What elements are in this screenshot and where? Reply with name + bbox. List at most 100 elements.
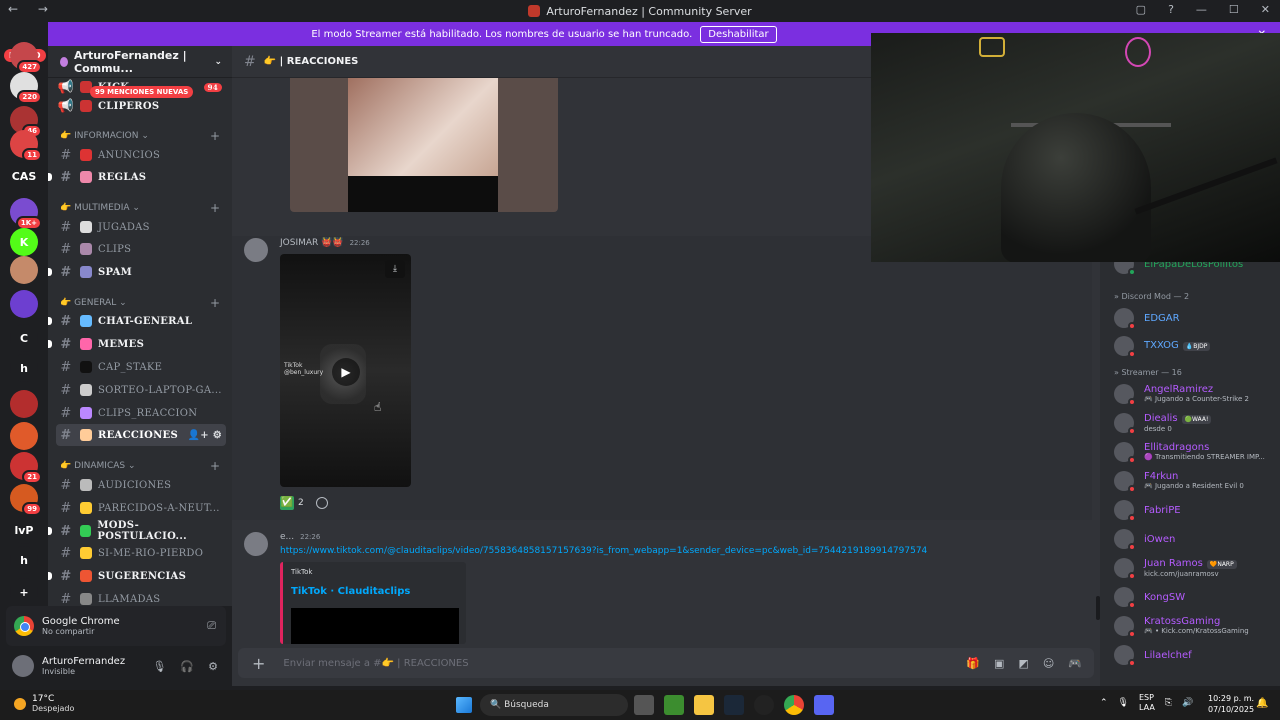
server-icon[interactable]: h — [10, 354, 38, 382]
channel-reacciones[interactable]: # REACCIONES 👤+ ⚙ — [56, 424, 226, 446]
member-item[interactable]: iOwen — [1114, 527, 1274, 551]
message-author[interactable]: JOSIMAR 👹👹 — [280, 238, 344, 248]
channel-audiciones[interactable]: # AUDICIONES — [56, 474, 226, 496]
taskbar-search[interactable]: 🔍 Búsqueda — [480, 694, 628, 716]
server-icon[interactable]: 220 — [10, 72, 42, 104]
channel-clips[interactable]: # CLIPS — [56, 238, 226, 260]
server-icon[interactable]: lvP — [10, 516, 38, 544]
language[interactable]: ESP — [1139, 693, 1155, 703]
server-icon[interactable]: CAS — [10, 162, 38, 190]
close-button[interactable]: ✕ — [1261, 3, 1270, 16]
add-reaction-icon[interactable] — [315, 497, 328, 509]
minecraft-icon[interactable] — [664, 695, 684, 715]
member-item[interactable]: KongSW — [1114, 585, 1274, 609]
channel-cap-stake[interactable]: # CAP_STAKE — [56, 356, 226, 378]
server-icon[interactable]: h — [10, 546, 38, 574]
add-channel-icon[interactable]: + — [210, 201, 220, 215]
member-item[interactable]: Juan Ramos 🧡NARP kick.com/juanramosv — [1114, 556, 1274, 580]
add-attachment-icon[interactable]: + — [252, 654, 265, 673]
embed-image[interactable] — [291, 608, 459, 644]
message-author[interactable]: e... — [280, 532, 294, 542]
channel-chat-general[interactable]: # CHAT-GENERAL — [48, 310, 226, 332]
server-icon[interactable]: 21 — [10, 452, 42, 484]
add-channel-icon[interactable]: + — [210, 296, 220, 310]
server-icon[interactable] — [10, 290, 38, 318]
back-forward-nav[interactable]: ← → — [8, 2, 56, 16]
video-thumbnail[interactable] — [290, 78, 558, 212]
maximize-button[interactable]: ☐ — [1229, 3, 1239, 16]
channel-memes[interactable]: # MEMES — [48, 333, 226, 355]
screen-share-icon[interactable]: ⎚ — [207, 619, 216, 633]
help-icon[interactable]: ? — [1168, 3, 1174, 16]
member-item[interactable]: FabriPE — [1114, 498, 1274, 522]
member-item[interactable]: Ellitadragons 🟣 Transmitiendo STREAMER IM… — [1114, 440, 1274, 464]
channel-reglas[interactable]: # REGLAS — [48, 166, 226, 188]
server-header[interactable]: ArturoFernandez | Commu... ⌄ — [48, 46, 232, 78]
server-icon[interactable] — [10, 422, 38, 450]
steam-icon[interactable] — [724, 695, 744, 715]
channel-anuncios[interactable]: # ANUNCIOS — [56, 144, 226, 166]
message-link[interactable]: https://www.tiktok.com/@clauditaclips/vi… — [280, 546, 927, 556]
channel-clips-reaccion[interactable]: # CLIPS_REACCION — [56, 402, 226, 424]
sticker-icon[interactable]: ◩ — [1018, 657, 1028, 670]
channel-sugerencias[interactable]: # SUGERENCIAS — [48, 565, 226, 587]
emoji-icon[interactable]: ☺ — [1043, 657, 1054, 670]
channel-llamadas[interactable]: # LLAMADAS — [56, 588, 226, 607]
member-item[interactable]: Diealis 🟢WAA! desde 0 — [1114, 411, 1274, 435]
mic-tray-icon[interactable]: 🎙 — [1118, 698, 1129, 708]
clock[interactable]: 10:29 p. m. 07/10/2025 — [1208, 693, 1254, 715]
gift-icon[interactable]: 🎁 — [966, 657, 980, 670]
weather-widget[interactable]: 17°C Despejado — [14, 694, 74, 713]
category-header[interactable]: 👉 INFORMACION ⌄ + — [60, 128, 220, 144]
channel-jugadas[interactable]: # JUGADAS — [56, 216, 226, 238]
task-view-icon[interactable] — [634, 695, 654, 715]
disable-streamer-button[interactable]: Deshabilitar — [700, 25, 777, 43]
notification-bell-icon[interactable]: 🔔 — [1256, 698, 1268, 709]
network-icon[interactable]: ⎘ — [1165, 698, 1172, 708]
category-header[interactable]: 👉 GENERAL ⌄ + — [60, 295, 220, 311]
checkmark-reaction[interactable]: ✅ — [280, 496, 294, 510]
member-item[interactable]: EDGAR — [1114, 306, 1274, 330]
gif-icon[interactable]: ▣ — [994, 657, 1004, 670]
windows-start-icon[interactable] — [456, 697, 472, 713]
microphone-icon[interactable]: 🎙 — [152, 660, 166, 673]
message-composer[interactable]: + Enviar mensaje a #👉 | REACCIONES 🎁 ▣ ◩… — [238, 648, 1094, 678]
server-icon[interactable]: + — [10, 578, 38, 606]
server-icon[interactable]: 1K+ — [10, 198, 42, 230]
channel-sorteo-laptop-ga-[interactable]: # SORTEO-LAPTOP-GA... — [56, 379, 226, 401]
avatar[interactable] — [12, 655, 34, 677]
minimize-button[interactable]: — — [1196, 3, 1207, 16]
add-channel-icon[interactable]: + — [210, 459, 220, 473]
member-item[interactable]: AngelRamirez 🎮 Jugando a Counter-Strike 2 — [1114, 382, 1274, 406]
chrome-icon[interactable] — [784, 695, 804, 715]
settings-gear-icon[interactable]: ⚙ — [208, 660, 218, 673]
avatar[interactable] — [244, 532, 268, 556]
chevron-up-icon[interactable]: ⌃ — [1100, 698, 1108, 708]
member-item[interactable]: KratossGaming 🎮 • Kick.com/KratossGaming — [1114, 614, 1274, 638]
app-icon[interactable] — [754, 695, 774, 715]
server-icon[interactable] — [10, 256, 38, 284]
category-header[interactable]: 👉 DINAMICAS ⌄ + — [60, 458, 220, 474]
embed-title[interactable]: TikTok · Clauditaclips — [291, 586, 410, 597]
server-icon[interactable]: C — [10, 324, 38, 352]
server-icon[interactable]: K — [10, 228, 38, 256]
headphones-icon[interactable]: 🎧 — [180, 660, 194, 673]
volume-icon[interactable]: 🔊 — [1182, 698, 1193, 708]
category-header[interactable]: 👉 MULTIMEDIA ⌄ + — [60, 200, 220, 216]
file-explorer-icon[interactable] — [694, 695, 714, 715]
play-icon[interactable]: ▶ — [332, 358, 360, 386]
apps-icon[interactable]: 🎮 — [1068, 657, 1082, 670]
add-channel-icon[interactable]: + — [210, 129, 220, 143]
avatar[interactable] — [244, 238, 268, 262]
channel-cliperos[interactable]: 📢 CLIPEROS — [56, 95, 226, 117]
channel-settings-icon[interactable]: 👤+ ⚙ — [188, 430, 222, 441]
member-item[interactable]: Lilaelchef — [1114, 643, 1274, 667]
inbox-icon[interactable]: ▢ — [1136, 3, 1146, 16]
member-item[interactable]: F4rkun 🎮 Jugando a Resident Evil 0 — [1114, 469, 1274, 493]
channel-mods-postulacio-[interactable]: # MODS-POSTULACIO... — [48, 520, 226, 542]
server-icon[interactable] — [10, 390, 38, 418]
channel-si-me-rio-pierdo[interactable]: # SI-ME-RIO-PIERDO — [56, 542, 226, 564]
new-mentions-badge[interactable]: 99 MENCIONES NUEVAS — [90, 86, 194, 98]
server-icon[interactable]: 99 — [10, 484, 42, 516]
channel-spam[interactable]: # SPAM — [48, 261, 226, 283]
